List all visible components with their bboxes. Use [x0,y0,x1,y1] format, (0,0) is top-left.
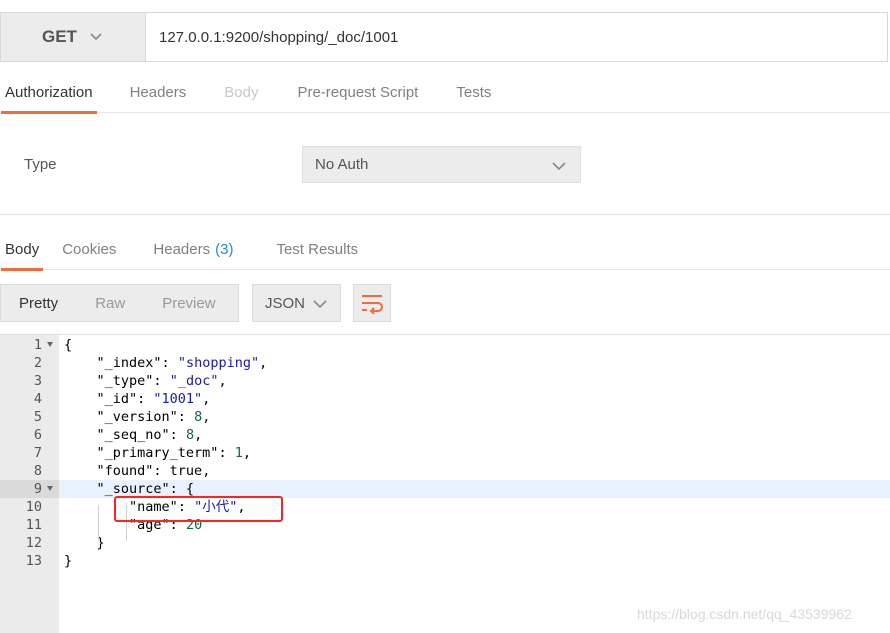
language-select[interactable]: JSON [252,284,341,322]
line-number: 3 [33,373,42,389]
auth-type-select[interactable]: No Auth [302,146,581,183]
fold-arrow-icon[interactable] [47,342,53,347]
headers-count: (3) [215,240,234,258]
line-number: 12 [25,535,42,551]
code-text: } [64,553,73,569]
code-line: 2 "_index": "shopping", [0,354,890,372]
line-number: 8 [33,463,42,479]
code-line: 3 "_type": "_doc", [0,372,890,390]
request-tabs: Authorization Headers Body Pre-request S… [0,71,890,114]
tab-cookies[interactable]: Cookies [58,228,120,270]
chevron-down-icon [90,33,102,41]
request-bar: GET 127.0.0.1:9200/shopping/_doc/1001 [0,12,888,62]
code-text: { [64,337,73,353]
url-text: 127.0.0.1:9200/shopping/_doc/1001 [159,28,399,46]
chevron-down-icon [552,162,566,171]
code-line: 4 "_id": "1001", [0,390,890,408]
fold-arrow-icon[interactable] [47,486,53,491]
code-text: "_type": "_doc", [96,373,227,389]
line-number: 2 [33,355,42,371]
response-toolbar: Pretty Raw Preview JSON [0,284,890,322]
line-number: 11 [25,517,42,533]
tab-tests[interactable]: Tests [452,71,495,113]
tab-body[interactable]: Body [220,71,262,113]
code-line: 1{ [0,336,890,354]
auth-type-label: Type [24,156,57,173]
code-line: 7 "_primary_term": 1, [0,444,890,462]
auth-type-value: No Auth [315,156,369,173]
wrap-lines-button[interactable] [353,284,391,322]
tab-response-headers-label: Headers [153,240,211,258]
code-line: 13} [0,552,890,570]
response-tabs: Body Cookies Headers (3) Test Results [0,228,890,271]
line-number: 6 [33,427,42,443]
code-text: "_version": 8, [96,409,211,425]
code-text: "_index": "shopping", [96,355,268,371]
pretty-button[interactable]: Pretty [19,295,58,312]
tab-pre-request-script[interactable]: Pre-request Script [293,71,422,113]
format-button-group: Pretty Raw Preview [0,284,239,322]
line-number: 5 [33,409,42,425]
wrap-lines-icon [362,295,383,314]
section-divider [0,214,890,215]
line-number: 7 [33,445,42,461]
line-number: 4 [33,391,42,407]
method-label: GET [42,27,77,46]
method-select[interactable]: GET [0,12,145,62]
code-line: 12 } [0,534,890,552]
tab-cookies-label: Cookies [62,240,117,258]
code-text: "_id": "1001", [96,391,211,407]
code-text: "found": true, [96,463,211,479]
line-number: 10 [25,499,42,515]
code-text: "_primary_term": 1, [96,445,251,461]
indent-guide [98,505,99,541]
tab-response-headers[interactable]: Headers (3) [149,228,237,270]
watermark: https://blog.csdn.net/qq_43539962 [637,606,852,622]
auth-panel: Type No Auth [0,114,890,214]
tab-authorization[interactable]: Authorization [1,71,97,114]
tab-response-body[interactable]: Body [1,228,44,271]
code-line: 8 "found": true, [0,462,890,480]
line-number: 13 [25,553,42,569]
tab-headers[interactable]: Headers [126,71,191,113]
preview-button[interactable]: Preview [162,295,215,312]
chevron-down-icon [313,300,327,309]
raw-button[interactable]: Raw [95,295,125,312]
code-line: 6 "_seq_no": 8, [0,426,890,444]
language-value: JSON [265,294,306,312]
code-line: 5 "_version": 8, [0,408,890,426]
url-input[interactable]: 127.0.0.1:9200/shopping/_doc/1001 [145,12,888,62]
code-text: "_seq_no": 8, [96,427,203,443]
tab-test-results[interactable]: Test Results [272,228,362,270]
annotation-highlight-box [114,496,283,522]
